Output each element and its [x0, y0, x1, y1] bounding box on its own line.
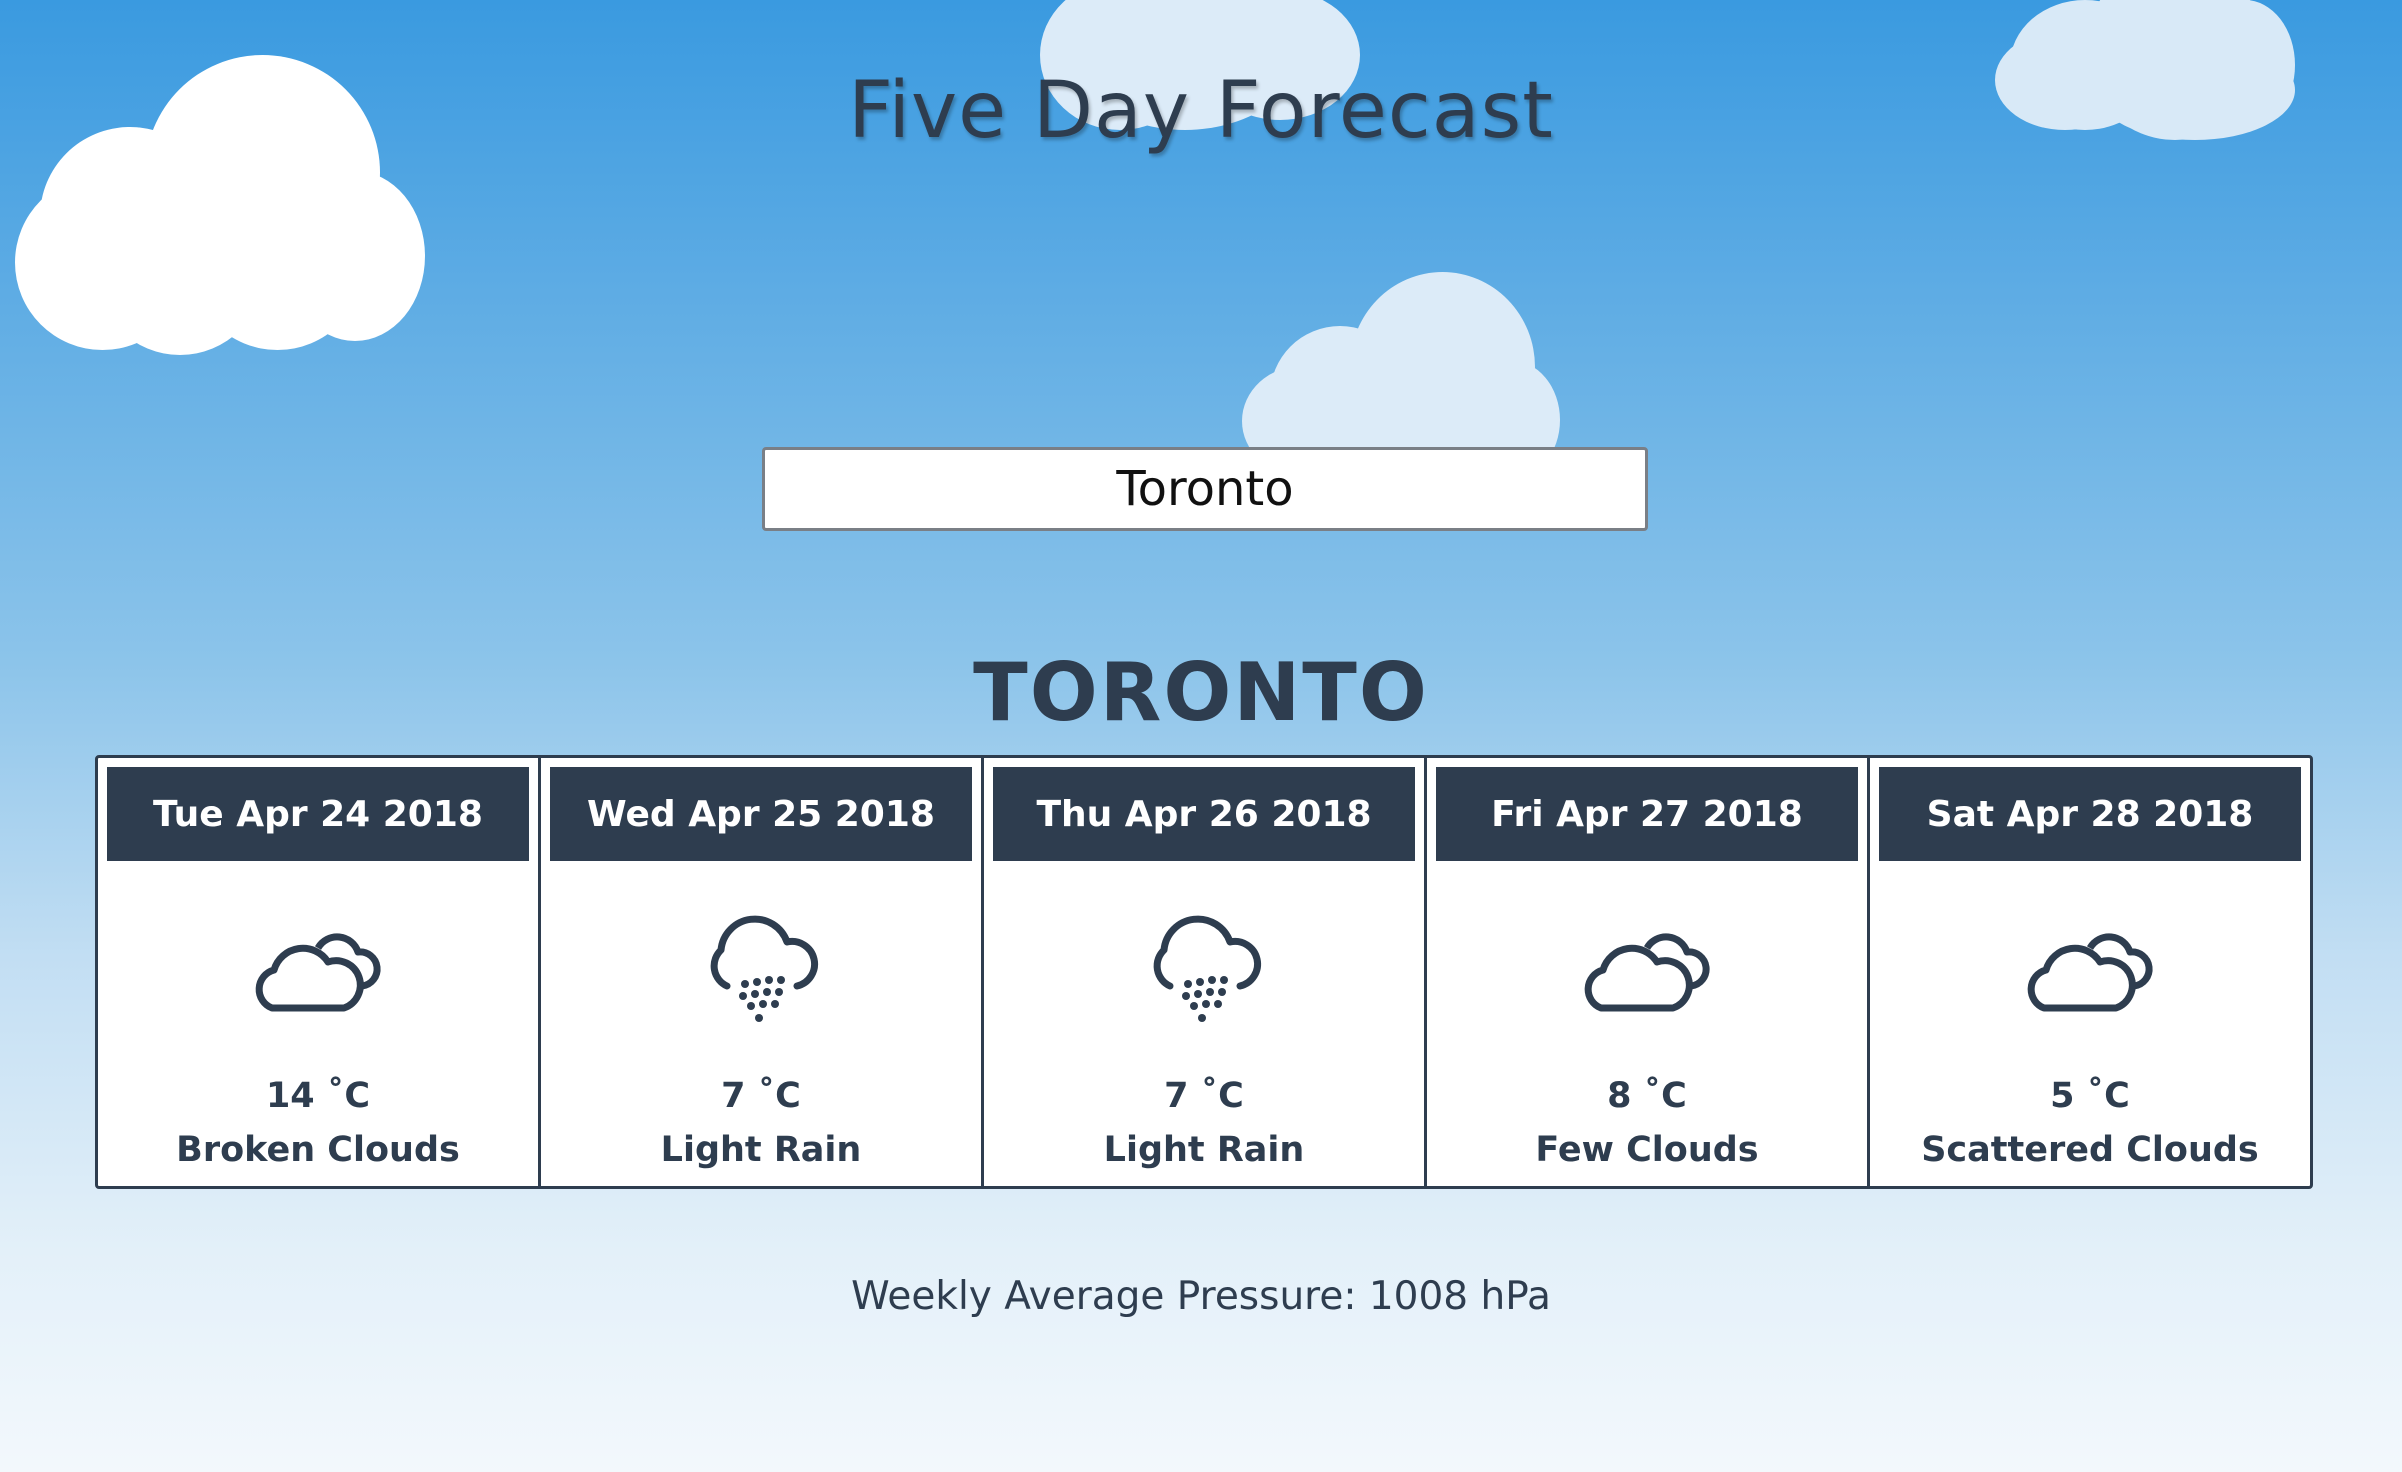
- forecast-day-card: Thu Apr 26 2018 7 ˚C Light Rain: [984, 758, 1427, 1186]
- rain-icon: [1153, 915, 1262, 1022]
- rain-icon: [710, 915, 819, 1022]
- day-date: Wed Apr 25 2018: [550, 767, 972, 861]
- day-description: Light Rain: [1103, 1130, 1305, 1170]
- weekly-pressure: Weekly Average Pressure: 1008 hPa: [851, 1274, 1551, 1319]
- day-date: Sat Apr 28 2018: [1879, 767, 2301, 861]
- day-temperature: 8 ˚C: [1607, 1076, 1687, 1116]
- day-date: Thu Apr 26 2018: [993, 767, 1415, 861]
- forecast-table: Tue Apr 24 2018 14 ˚C Broken Clouds Wed …: [95, 755, 2313, 1189]
- day-temperature: 7 ˚C: [721, 1076, 801, 1116]
- city-heading: TORONTO: [973, 646, 1429, 739]
- day-date: Tue Apr 24 2018: [107, 767, 529, 861]
- city-search-input[interactable]: [762, 447, 1648, 531]
- day-description: Light Rain: [660, 1130, 862, 1170]
- day-temperature: 5 ˚C: [2050, 1076, 2130, 1116]
- day-description: Broken Clouds: [176, 1130, 460, 1170]
- day-temperature: 7 ˚C: [1164, 1076, 1244, 1116]
- forecast-day-card: Tue Apr 24 2018 14 ˚C Broken Clouds: [98, 758, 541, 1186]
- clouds-icon: [2027, 933, 2153, 1012]
- clouds-icon: [1584, 933, 1710, 1012]
- forecast-day-card: Sat Apr 28 2018 5 ˚C Scattered Clouds: [1870, 758, 2310, 1186]
- day-description: Few Clouds: [1535, 1130, 1759, 1170]
- page-title: Five Day Forecast: [848, 66, 1554, 156]
- forecast-day-card: Fri Apr 27 2018 8 ˚C Few Clouds: [1427, 758, 1870, 1186]
- forecast-day-card: Wed Apr 25 2018 7 ˚C Light Rain: [541, 758, 984, 1186]
- day-date: Fri Apr 27 2018: [1436, 767, 1858, 861]
- cloud-decoration: [1240, 270, 1570, 480]
- clouds-icon: [255, 933, 381, 1012]
- day-temperature: 14 ˚C: [265, 1076, 371, 1116]
- day-description: Scattered Clouds: [1921, 1130, 2259, 1170]
